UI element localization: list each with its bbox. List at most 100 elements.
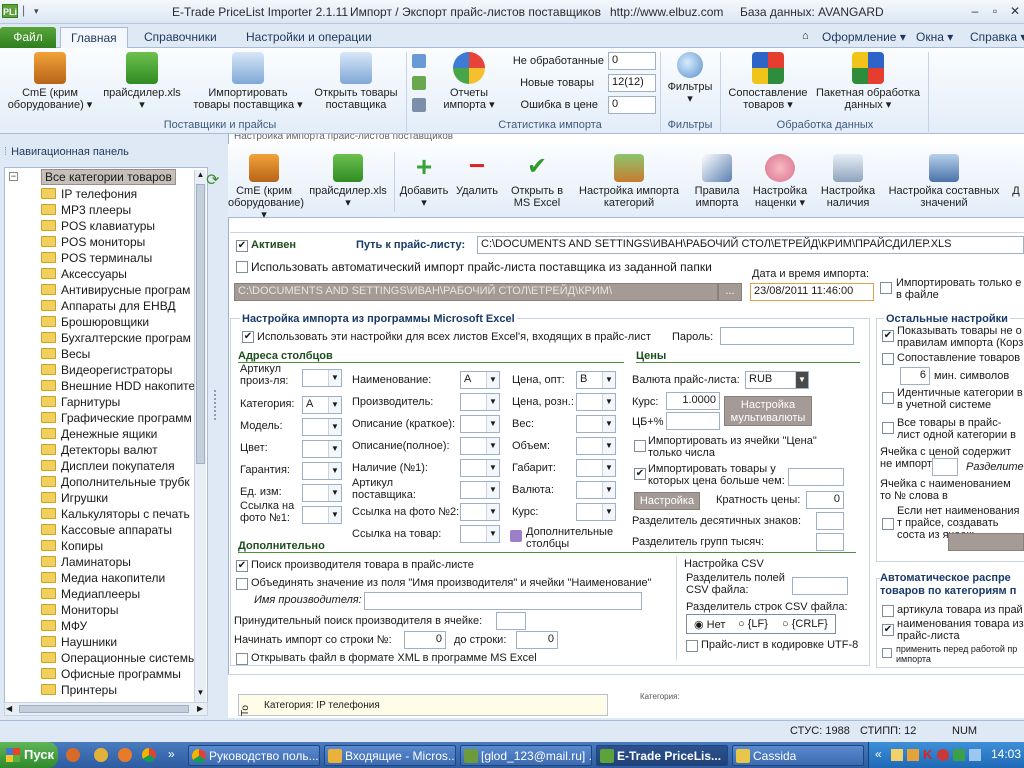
identical-categories-checkbox[interactable] (882, 392, 894, 404)
folder-browse-button[interactable]: ... (718, 283, 742, 301)
collapse-icon[interactable]: − (9, 172, 18, 181)
tree-item[interactable]: Медиа накопители (41, 570, 165, 586)
decimal-sep-input[interactable] (816, 512, 844, 530)
csv-utf8-checkbox[interactable] (686, 640, 698, 652)
csv-opt-none[interactable]: ◉ Нет (694, 618, 725, 631)
ribbon-filters-button[interactable]: Фильтры ▾ (664, 52, 716, 105)
tray-icon[interactable] (953, 749, 965, 761)
column-select[interactable]: A ▼ (460, 371, 500, 389)
dist-by-article-checkbox[interactable] (882, 605, 894, 617)
column-select[interactable]: ▼ (460, 415, 500, 433)
tree-item[interactable]: Детекторы валют (41, 442, 158, 458)
task-etrade[interactable]: E-Trade PriceLis... (596, 745, 728, 766)
column-select[interactable]: ▼ (302, 462, 342, 480)
tree-item[interactable]: Бухгалтерские програм (41, 330, 191, 346)
chrome-icon[interactable] (142, 748, 156, 762)
tree-item[interactable]: Дополнительные трубк (41, 474, 190, 490)
tray-icon[interactable] (907, 749, 919, 761)
column-select[interactable]: ▼ (302, 506, 342, 524)
create-composite-checkbox[interactable] (882, 518, 894, 530)
tree-item[interactable]: Брошюровщики (41, 314, 149, 330)
minimize-button[interactable]: – (966, 4, 984, 20)
tree-item[interactable]: Аппараты для ЕНВД (41, 298, 176, 314)
to-row-input[interactable]: 0 (516, 631, 558, 649)
tb-rules-button[interactable]: Правила импорта (688, 154, 746, 209)
column-select[interactable]: ▼ (460, 481, 500, 499)
tb-composite-button[interactable]: Настройка составных значений (884, 154, 1004, 209)
quick-access-dropdown-icon[interactable]: ▾ (34, 6, 39, 17)
currency-select[interactable]: RUB ▼ (745, 371, 809, 389)
cb-input[interactable] (666, 412, 720, 430)
task-manual[interactable]: Руководство поль... (188, 745, 320, 766)
tree-item[interactable]: Операционные системы (41, 650, 197, 666)
tb-markup-button[interactable]: Настройка наценки ▾ (748, 154, 812, 209)
tree-item[interactable]: Дисплеи покупателя (41, 458, 175, 474)
csv-opt-lf[interactable]: ○ {LF} (738, 618, 768, 630)
dist-apply-checkbox[interactable] (882, 648, 892, 658)
column-select[interactable]: ▼ (576, 459, 616, 477)
use-for-all-checkbox[interactable]: ✔ (242, 331, 254, 343)
force-search-input[interactable] (496, 612, 526, 630)
tb-pricelist-button[interactable]: прайсдилер.xls ▾ (306, 154, 390, 209)
more-chevron-icon[interactable]: » (168, 747, 175, 761)
column-select[interactable]: B ▼ (576, 371, 616, 389)
menu-help[interactable]: Справка ▾ (960, 27, 1024, 48)
show-not-processed-checkbox[interactable]: ✔ (882, 330, 894, 342)
ribbon-import-button[interactable]: Импортировать товары поставщика ▾ (190, 52, 306, 111)
folder-input[interactable]: C:\DOCUMENTS AND SETTINGS\ИВАН\РАБОЧИЙ С… (234, 283, 718, 301)
grip-icon[interactable]: ⁞ (4, 146, 7, 158)
tree-item[interactable]: POS клавиатуры (41, 218, 155, 234)
tree-item[interactable]: MP3 плееры (41, 202, 131, 218)
tb-category-settings-button[interactable]: Настройка импорта категорий (572, 154, 686, 209)
active-checkbox[interactable]: ✔ (236, 240, 248, 252)
splitter-handle[interactable] (214, 390, 218, 420)
tree-item[interactable]: Копиры (41, 538, 103, 554)
tb-add-button[interactable]: + Добавить ▾ (396, 153, 452, 210)
path-input[interactable]: C:\DOCUMENTS AND SETTINGS\ИВАН\РАБОЧИЙ С… (477, 236, 1024, 254)
tray-mail-icon[interactable] (891, 749, 903, 761)
tree-item[interactable]: Игрушки (41, 490, 108, 506)
column-select[interactable]: ▼ (302, 484, 342, 502)
category-tree[interactable]: − Все категории товаров IP телефония MP3 … (4, 167, 208, 704)
firefox-icon[interactable] (118, 748, 132, 762)
tree-root-item[interactable]: Все категории товаров (41, 169, 176, 185)
column-select[interactable]: ▼ (302, 418, 342, 436)
tray-expand-icon[interactable]: « (875, 747, 882, 761)
price-cell-input[interactable] (932, 458, 958, 476)
column-select[interactable]: ▼ (302, 369, 342, 387)
rate-input[interactable]: 1.0000 (666, 392, 720, 410)
tree-item[interactable]: Принтеры (41, 682, 117, 698)
app-icon[interactable]: PLi (2, 4, 18, 18)
tree-item[interactable]: МФУ (41, 618, 87, 634)
column-select[interactable]: ▼ (460, 393, 500, 411)
scroll-thumb[interactable] (196, 184, 205, 464)
menu-windows[interactable]: Окна ▾ (906, 27, 963, 48)
tb-delete-button[interactable]: − Удалить (452, 152, 502, 198)
tree-item[interactable]: Видеорегистраторы (41, 362, 172, 378)
scroll-right-icon[interactable]: ▶ (197, 704, 203, 713)
column-select[interactable]: ▼ (576, 437, 616, 455)
all-one-category-checkbox[interactable] (882, 422, 894, 434)
tree-item[interactable]: Денежные ящики (41, 426, 157, 442)
maker-name-input[interactable] (364, 592, 642, 610)
tree-item[interactable]: Аксессуары (41, 266, 127, 282)
ribbon-compare-button[interactable]: Сопоставление товаров ▾ (722, 52, 814, 111)
tree-item[interactable]: Наушники (41, 634, 117, 650)
date-input[interactable]: 23/08/2011 11:46:00 (750, 283, 874, 301)
csv-opt-crlf[interactable]: ○ {CRLF} (782, 618, 828, 630)
column-select[interactable]: ▼ (576, 415, 616, 433)
quicklaunch-icon[interactable] (94, 748, 108, 762)
small-table-icon[interactable] (412, 98, 426, 112)
ribbon-batch-button[interactable]: Пакетная обработка данных ▾ (812, 52, 924, 111)
tb-open-excel-button[interactable]: ✔ Открыть в MS Excel (506, 154, 568, 210)
merge-checkbox[interactable] (236, 578, 248, 590)
multiplicity-input[interactable]: 0 (806, 491, 844, 509)
scroll-down-icon[interactable]: ▼ (196, 688, 205, 700)
csv-field-sep-input[interactable] (792, 577, 848, 595)
tab-home[interactable]: Главная (60, 27, 128, 48)
tree-item[interactable]: Внешние HDD накопите (41, 378, 195, 394)
tb-availability-button[interactable]: Настройка наличия (816, 154, 880, 209)
multicurrency-button[interactable]: Настройка мультивалюты (724, 396, 812, 426)
column-select[interactable]: ▼ (302, 440, 342, 458)
auto-import-checkbox[interactable] (236, 261, 248, 273)
